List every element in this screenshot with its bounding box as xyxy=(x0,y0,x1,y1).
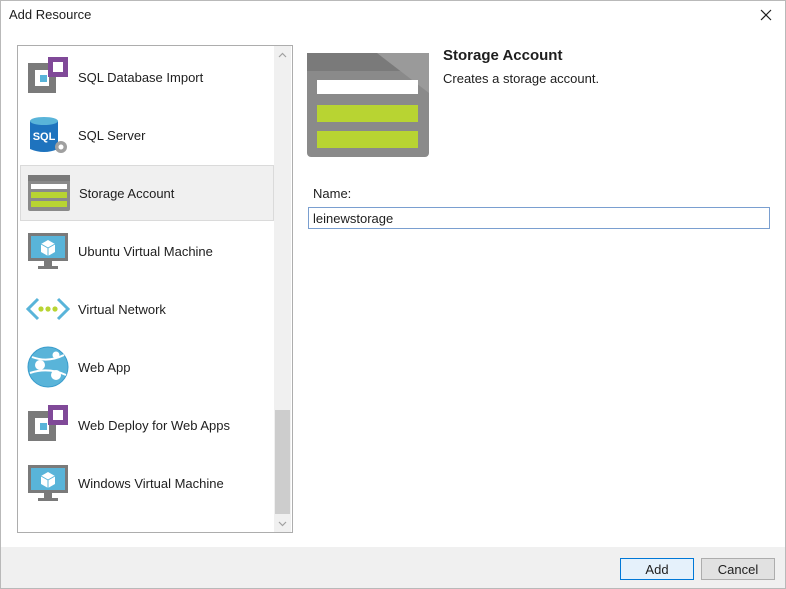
name-label: Name: xyxy=(313,186,352,201)
windows-vm-icon xyxy=(26,461,70,505)
detail-description: Creates a storage account. xyxy=(443,71,600,86)
cancel-button[interactable]: Cancel xyxy=(701,558,775,580)
virtual-network-icon xyxy=(26,287,70,331)
ubuntu-vm-icon xyxy=(26,229,70,273)
web-deploy-icon xyxy=(26,403,70,447)
close-icon xyxy=(760,9,772,21)
title-bar: Add Resource xyxy=(1,1,785,29)
sql-server-icon: SQL xyxy=(26,113,70,157)
chevron-down-icon xyxy=(278,521,287,526)
list-item-ubuntu-vm[interactable]: Ubuntu Virtual Machine xyxy=(20,223,274,279)
list-item-virtual-network[interactable]: Virtual Network xyxy=(20,281,274,337)
list-item-label: Ubuntu Virtual Machine xyxy=(78,243,213,259)
window-title: Add Resource xyxy=(9,7,92,22)
list-item-web-app[interactable]: Web App xyxy=(20,339,274,395)
list-item-label: Virtual Network xyxy=(78,301,166,317)
list-scrollbar[interactable] xyxy=(274,46,291,532)
list-item-label: Web Deploy for Web Apps xyxy=(78,417,230,433)
list-item-sql-database-import[interactable]: SQL Database Import xyxy=(20,49,274,105)
list-item-storage-account[interactable]: Storage Account xyxy=(20,165,274,221)
storage-account-icon xyxy=(307,53,429,157)
dialog-footer: Add Cancel xyxy=(1,547,785,588)
resource-list[interactable]: SQL Database Import SQL SQL Server Stora… xyxy=(17,45,293,533)
list-item-label: Windows Virtual Machine xyxy=(78,475,224,491)
list-item-web-deploy[interactable]: Web Deploy for Web Apps xyxy=(20,397,274,453)
scroll-up-button[interactable] xyxy=(274,46,291,63)
web-app-icon xyxy=(26,345,70,389)
list-item-label: SQL Server xyxy=(78,127,146,143)
close-button[interactable] xyxy=(753,4,779,26)
name-input[interactable] xyxy=(308,207,770,229)
scroll-down-button[interactable] xyxy=(274,515,291,532)
scroll-thumb[interactable] xyxy=(275,410,290,514)
list-item-label: Web App xyxy=(78,359,131,375)
svg-text:SQL: SQL xyxy=(33,131,56,143)
list-item-windows-vm[interactable]: Windows Virtual Machine xyxy=(20,455,274,511)
add-resource-dialog: Add Resource SQL Database Import SQL SQL… xyxy=(0,0,786,589)
detail-title: Storage Account xyxy=(443,47,563,64)
list-item-sql-server[interactable]: SQL SQL Server xyxy=(20,107,274,163)
add-button[interactable]: Add xyxy=(620,558,694,580)
chevron-up-icon xyxy=(278,52,287,57)
sql-database-import-icon xyxy=(26,55,70,99)
storage-account-icon xyxy=(27,171,71,215)
list-item-label: SQL Database Import xyxy=(78,69,204,85)
list-item-label: Storage Account xyxy=(79,185,175,201)
